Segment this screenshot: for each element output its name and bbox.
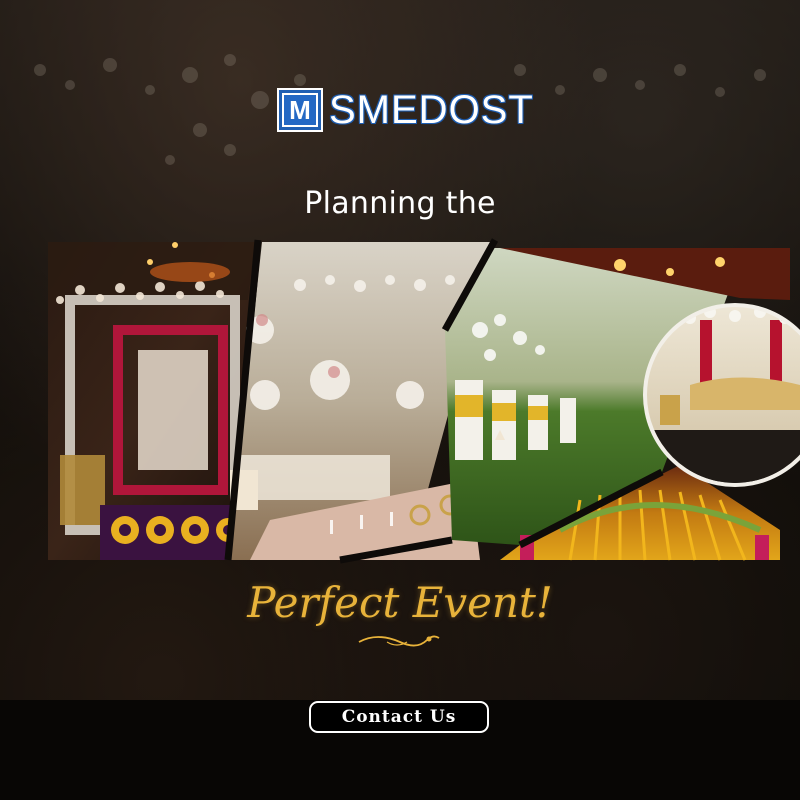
photo-collage [48,238,800,564]
tagline: Perfect Event! [247,578,553,627]
event-banner: M SMEDOST Planning the Perfect Event! Co… [0,0,800,800]
contact-us-button[interactable]: Contact Us [309,701,489,733]
red-floral-stage-photo [48,242,255,560]
flourish-ornament-icon [358,635,440,647]
